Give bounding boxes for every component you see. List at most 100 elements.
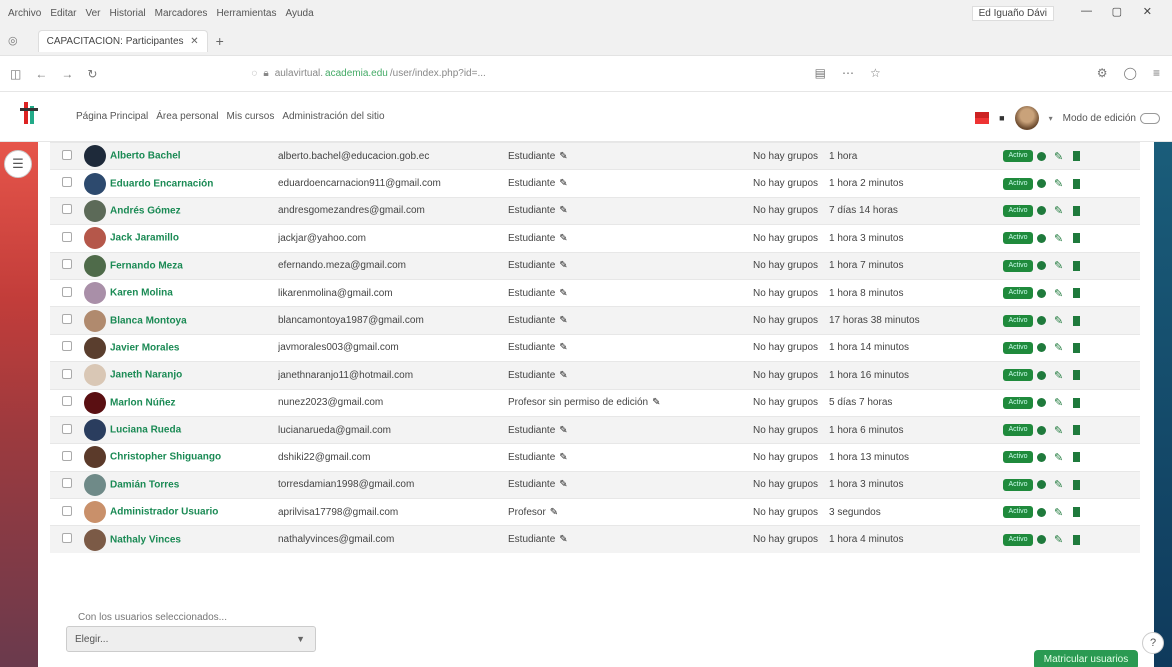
app-menu-icon[interactable]: ≡ [1153, 66, 1160, 80]
reader-icon[interactable]: ▤ [815, 66, 826, 80]
user-avatar[interactable] [84, 282, 106, 305]
menu-archivo[interactable]: Archivo [8, 8, 41, 19]
edit-icon[interactable]: ✎ [1054, 314, 1063, 327]
info-icon[interactable] [1037, 535, 1046, 545]
row-checkbox[interactable] [62, 314, 72, 325]
pencil-icon[interactable]: ✎ [559, 452, 567, 463]
pencil-icon[interactable]: ✎ [559, 260, 567, 271]
trash-icon[interactable] [1073, 151, 1081, 162]
menu-ver[interactable]: Ver [85, 8, 100, 19]
user-name-link[interactable]: Janeth Naranjo [110, 370, 182, 381]
tab-participantes[interactable]: CAPACITACIÓN: Participantes ✕ [37, 29, 208, 52]
menu-marcadores[interactable]: Marcadores [155, 8, 208, 19]
user-name-link[interactable]: Javier Morales [110, 342, 180, 353]
forward-icon[interactable]: → [61, 67, 73, 81]
user-avatar[interactable] [84, 199, 106, 222]
nav-area-personal[interactable]: Área personal [156, 111, 218, 122]
edit-icon[interactable]: ✎ [1054, 287, 1063, 300]
edit-mode-toggle[interactable] [1140, 112, 1160, 124]
trash-icon[interactable] [1073, 288, 1081, 299]
trash-icon[interactable] [1073, 260, 1081, 271]
menu-historial[interactable]: Historial [110, 8, 146, 19]
edit-icon[interactable]: ✎ [1054, 341, 1063, 354]
user-avatar[interactable] [84, 254, 106, 277]
user-name-link[interactable]: Jack Jaramillo [110, 233, 179, 244]
trash-icon[interactable] [1073, 178, 1081, 189]
enrol-users-button[interactable]: Matricular usuarios [1034, 650, 1138, 667]
user-name-link[interactable]: Nathaly Vinces [110, 534, 181, 545]
user-avatar[interactable] [84, 145, 106, 168]
minimize-icon[interactable]: — [1081, 5, 1092, 17]
tab-list-icon[interactable]: ◎ [8, 34, 18, 47]
info-icon[interactable] [1037, 206, 1046, 216]
edit-icon[interactable]: ✎ [1054, 478, 1063, 491]
info-icon[interactable] [1037, 233, 1046, 243]
menu-editar[interactable]: Editar [50, 8, 76, 19]
edit-mode-switch[interactable]: Modo de edición [1063, 112, 1160, 124]
info-icon[interactable] [1037, 343, 1046, 353]
browser-profile[interactable]: Ed Iguaño Dávi [971, 6, 1054, 21]
user-avatar[interactable] [84, 336, 106, 359]
zoom-icon[interactable]: ⋯ [842, 66, 854, 80]
url-field[interactable]: ◌ 🔒︎ aulavirtual. academia.edu /user/ind… [251, 68, 485, 79]
help-icon[interactable]: ? [1142, 632, 1164, 654]
row-checkbox[interactable] [62, 368, 72, 379]
reload-icon[interactable]: ↻ [87, 67, 97, 81]
info-icon[interactable] [1037, 179, 1046, 189]
trash-icon[interactable] [1073, 397, 1081, 408]
pencil-icon[interactable]: ✎ [559, 425, 567, 436]
edit-icon[interactable]: ✎ [1054, 232, 1063, 245]
row-checkbox[interactable] [62, 341, 72, 352]
info-icon[interactable] [1037, 151, 1046, 161]
close-icon[interactable]: ✕ [1143, 5, 1152, 18]
info-icon[interactable] [1037, 288, 1046, 298]
bulk-action-select[interactable]: Elegir... ▼ [66, 626, 316, 652]
trash-icon[interactable] [1073, 507, 1081, 518]
trash-icon[interactable] [1073, 425, 1081, 436]
trash-icon[interactable] [1073, 315, 1081, 326]
row-checkbox[interactable] [62, 204, 72, 215]
pencil-icon[interactable]: ✎ [559, 370, 567, 381]
info-icon[interactable] [1037, 452, 1046, 462]
trash-icon[interactable] [1073, 233, 1081, 244]
bookmark-star-icon[interactable]: ☆ [870, 66, 881, 80]
info-icon[interactable] [1037, 507, 1046, 517]
row-checkbox[interactable] [62, 423, 72, 434]
edit-icon[interactable]: ✎ [1054, 150, 1063, 163]
edit-icon[interactable]: ✎ [1054, 369, 1063, 382]
user-avatar[interactable] [84, 419, 106, 442]
info-icon[interactable] [1037, 370, 1046, 380]
pencil-icon[interactable]: ✎ [652, 397, 660, 408]
user-name-link[interactable]: Karen Molina [110, 288, 173, 299]
row-checkbox[interactable] [62, 259, 72, 270]
row-checkbox[interactable] [62, 533, 72, 544]
trash-icon[interactable] [1073, 452, 1081, 463]
edit-icon[interactable]: ✎ [1054, 259, 1063, 272]
account-icon[interactable]: ◯ [1124, 66, 1137, 80]
user-avatar[interactable] [84, 391, 106, 414]
pencil-icon[interactable]: ✎ [559, 534, 567, 545]
user-avatar[interactable] [84, 227, 106, 250]
pencil-icon[interactable]: ✎ [559, 479, 567, 490]
user-avatar[interactable] [84, 364, 106, 387]
back-icon[interactable]: ← [35, 67, 47, 81]
tab-close-icon[interactable]: ✕ [190, 36, 198, 47]
info-icon[interactable] [1037, 398, 1046, 408]
nav-pagina-principal[interactable]: Página Principal [76, 111, 148, 122]
user-name-link[interactable]: Fernando Meza [110, 260, 183, 271]
new-tab-icon[interactable]: + [216, 33, 224, 49]
pencil-icon[interactable]: ✎ [559, 233, 567, 244]
info-icon[interactable] [1037, 261, 1046, 271]
row-checkbox[interactable] [62, 478, 72, 489]
pencil-icon[interactable]: ✎ [550, 507, 558, 518]
pencil-icon[interactable]: ✎ [559, 151, 567, 162]
info-icon[interactable] [1037, 316, 1046, 326]
pencil-icon[interactable]: ✎ [559, 178, 567, 189]
user-name-link[interactable]: Christopher Shiguango [110, 452, 221, 463]
edit-icon[interactable]: ✎ [1054, 451, 1063, 464]
user-name-link[interactable]: Andrés Gómez [110, 205, 181, 216]
info-icon[interactable] [1037, 480, 1046, 490]
row-checkbox[interactable] [62, 177, 72, 188]
user-name-link[interactable]: Alberto Bachel [110, 151, 181, 162]
language-flag-icon[interactable] [975, 112, 990, 124]
